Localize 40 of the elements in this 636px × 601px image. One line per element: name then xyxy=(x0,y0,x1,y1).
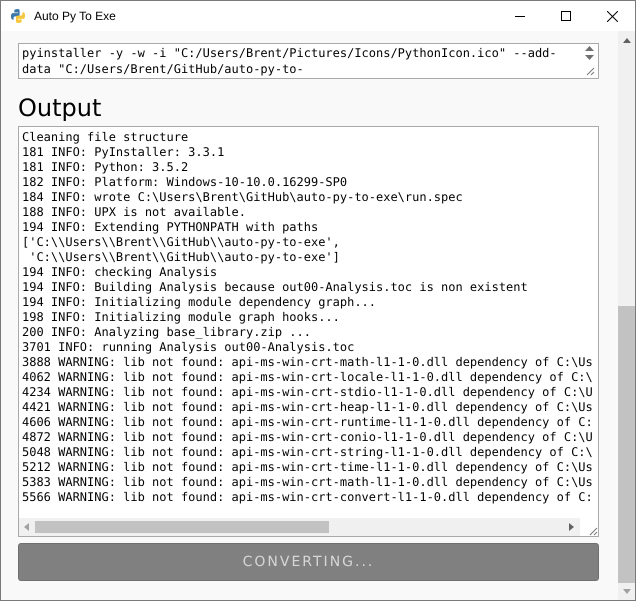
log-line: 4062 WARNING: lib not found: api-ms-win-crt-locale-l1-1-0.dll dependency of C:\ xyxy=(22,370,593,385)
log-line: Cleaning file structure xyxy=(22,130,188,145)
log-line: 5566 WARNING: lib not found: api-ms-win-crt-convert-l1-1-0.dll dependency of C: xyxy=(22,490,593,505)
log-line: 194 INFO: Initializing module dependency graph... xyxy=(22,295,376,310)
log-line: 198 INFO: Initializing module graph hooks... xyxy=(22,310,340,325)
log-line: ['C:\\Users\\Brent\\GitHub\\auto-py-to-exe', xyxy=(22,235,340,250)
log-line: 184 INFO: wrote C:\Users\Brent\GitHub\auto-py-to-exe\run.spec xyxy=(22,190,463,205)
scroll-up-icon[interactable] xyxy=(622,36,630,44)
command-field[interactable]: pyinstaller -y -w -i "C:/Users/Brent/Pictures/Icons/PythonIcon.ico" --add-data "C:/Users/Brent/GitHub/auto-py-to- xyxy=(18,43,599,79)
python-logo-icon xyxy=(10,8,26,24)
log-line: 188 INFO: UPX is not available. xyxy=(22,205,246,220)
scrollbar-thumb[interactable] xyxy=(35,521,329,533)
log-line: 181 INFO: PyInstaller: 3.3.1 xyxy=(22,145,224,160)
log-line: 3888 WARNING: lib not found: api-ms-win-crt-math-l1-1-0.dll dependency of C:\Us xyxy=(22,355,593,370)
maximize-icon xyxy=(561,11,571,21)
log-line: 194 INFO: checking Analysis xyxy=(22,265,218,280)
resize-grip-icon[interactable] xyxy=(584,66,594,76)
log-line: 182 INFO: Platform: Windows-10-10.0.16299-SP0 xyxy=(22,175,348,190)
log-line: 4872 WARNING: lib not found: api-ms-win-crt-conio-l1-1-0.dll dependency of C:\U xyxy=(22,430,593,445)
log-line: 4234 WARNING: lib not found: api-ms-win-crt-stdio-l1-1-0.dll dependency of C:\U xyxy=(22,385,593,400)
log-line: 194 INFO: Extending PYTHONPATH with paths xyxy=(22,220,318,235)
log-line: 3701 INFO: running Analysis out00-Analysis.toc xyxy=(22,340,354,355)
log-line: 5048 WARNING: lib not found: api-ms-win-crt-string-l1-1-0.dll dependency of C:\ xyxy=(22,445,593,460)
scroll-left-icon[interactable] xyxy=(23,523,31,531)
log-line: 5383 WARNING: lib not found: api-ms-win-crt-math-l1-1-0.dll dependency of C:\Us xyxy=(22,475,593,490)
scrollbar-thumb[interactable] xyxy=(618,306,635,583)
log-line: 4421 WARNING: lib not found: api-ms-win-crt-heap-l1-1-0.dll dependency of C:\Us xyxy=(22,400,593,415)
scroll-right-icon[interactable] xyxy=(567,523,575,531)
log-line: 200 INFO: Analyzing base_library.zip ... xyxy=(22,325,311,340)
log-line: 'C:\\Users\\Brent\\GitHub\\auto-py-to-exe'] xyxy=(28,250,340,265)
scroll-down-icon[interactable] xyxy=(622,588,630,596)
spin-arrows-icon[interactable] xyxy=(585,46,594,60)
log-line: 5212 WARNING: lib not found: api-ms-win-crt-time-l1-1-0.dll dependency of C:\Us xyxy=(22,460,593,475)
resize-grip-icon[interactable] xyxy=(588,526,598,536)
window-title: Auto Py To Exe xyxy=(34,9,117,23)
close-icon xyxy=(606,10,618,22)
log-line: 194 INFO: Building Analysis because out00-Analysis.toc is non existent xyxy=(22,280,528,295)
log-line: 4606 WARNING: lib not found: api-ms-win-crt-runtime-l1-1-0.dll dependency of C: xyxy=(22,415,593,430)
section-heading: Output xyxy=(18,93,102,123)
log-line: 181 INFO: Python: 3.5.2 xyxy=(22,160,188,175)
